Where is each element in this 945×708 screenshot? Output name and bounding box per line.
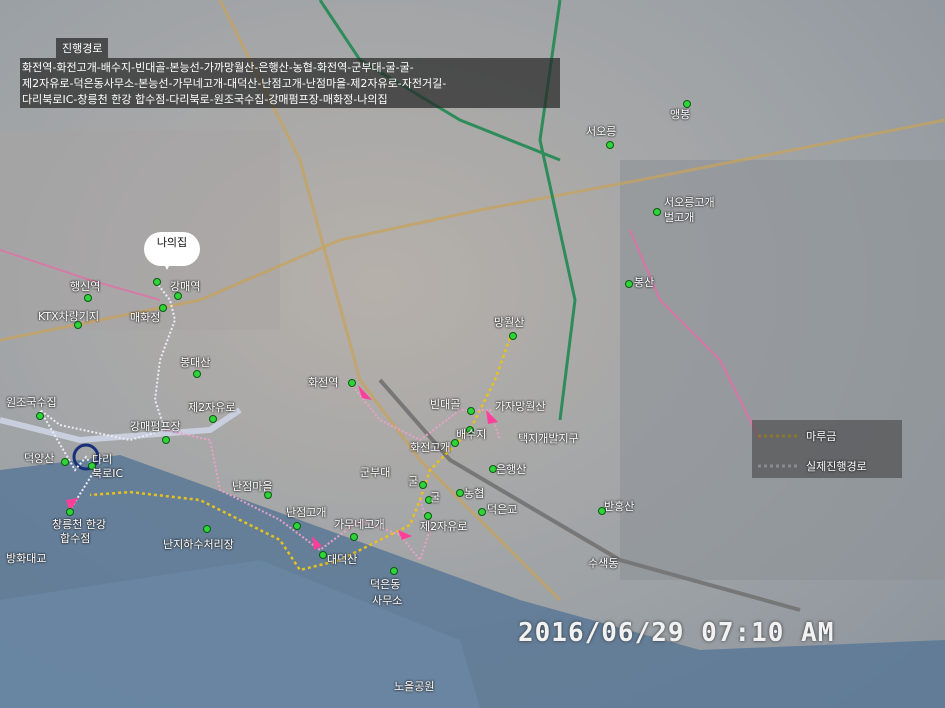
poi-marker: [348, 379, 356, 387]
label-maehwajeong: 매화정: [130, 311, 161, 324]
label-noeul-park: 노을공원: [394, 680, 435, 693]
poi-marker: [174, 292, 182, 300]
label-gangmae-pump: 강매펌프장: [130, 420, 181, 433]
label-gangmae-station: 강매역: [170, 280, 201, 293]
label-bongdaesan: 봉대산: [180, 356, 211, 369]
route-title: 진행경로: [56, 38, 109, 58]
label-hapsujeom: 합수점: [60, 532, 91, 545]
poi-marker: [478, 508, 486, 516]
label-nonghyup: 농협: [464, 487, 485, 500]
label-changneungcheon: 창릉천 한강: [52, 518, 107, 531]
label-baesuji: 배수지: [456, 428, 487, 441]
label-development-zone: 택지개발지구: [518, 432, 579, 445]
poi-marker: [36, 412, 44, 420]
poi-marker: [84, 294, 92, 302]
label-banhongsan: 반홍산: [604, 500, 635, 513]
label-wonjo-guksu: 원조국수집: [6, 396, 57, 409]
legend-trail-label: 마루금: [806, 430, 837, 443]
label-military-base: 군부대: [360, 466, 391, 479]
label-gaja-mangwolsan: 가자망월산: [495, 400, 546, 413]
poi-marker: [467, 407, 475, 415]
home-callout: 나의집: [144, 232, 200, 270]
label-gamune-pass: 가무네고개: [334, 518, 385, 531]
poi-marker: [61, 458, 69, 466]
poi-marker: [350, 533, 358, 541]
poi-marker: [293, 522, 301, 530]
poi-marker: [509, 332, 517, 340]
label-mangwolsan: 망월산: [494, 316, 525, 329]
poi-marker: [153, 278, 161, 286]
label-eunhaengsan: 은행산: [496, 463, 527, 476]
label-susaek-dong: 수색동: [588, 557, 619, 570]
map-canvas[interactable]: 진행경로 화전역-화전고개-배수지-빈대골-본능선-가까망월산-은행산-농협-화…: [0, 0, 945, 708]
photo-timestamp: 2016/06/29 07:10 AM: [518, 618, 835, 648]
label-deokeun-office: 사무소: [372, 594, 403, 607]
poi-marker: [625, 280, 633, 288]
label-jaeyuro-west: 제2자유로: [188, 401, 236, 414]
label-deokyangsan: 덕양산: [24, 452, 55, 465]
label-bongsan: 봉산: [634, 276, 655, 289]
poi-marker: [319, 551, 327, 559]
label-beol-pass: 벌고개: [664, 211, 695, 224]
route-line-3: 다리북로IC-창릉천 한강 합수점-다리북로-원조국수집-강매펌프장-매화정-나…: [22, 93, 388, 106]
route-line-2: 제2자유로-덕은동사무소-본능선-가무네고개-대덕산-난점고개-난점마을-제2자…: [22, 77, 447, 90]
poi-marker: [456, 489, 464, 497]
label-seooreung-pass: 서오릉고개: [664, 196, 715, 209]
label-nanjeom-village: 난점마을: [232, 480, 273, 493]
legend-actual-route-label: 실제진행경로: [806, 460, 867, 473]
label-bindaegol: 빈대골: [430, 398, 461, 411]
poi-marker: [424, 512, 432, 520]
home-callout-label: 나의집: [156, 236, 188, 249]
route-line-1: 화전역-화전고개-배수지-빈대골-본능선-가까망월산-은행산-농협-화전역-군부…: [22, 61, 414, 74]
label-tunnel-1: 굴: [408, 475, 419, 488]
label-deokeun-bridge: 덕은교: [487, 503, 518, 516]
poi-marker: [193, 370, 201, 378]
label-ktx-depot: KTX차량기지: [38, 310, 100, 323]
label-aengbong: 앵봉: [670, 108, 691, 121]
poi-marker: [162, 436, 170, 444]
label-haengsin-station: 행신역: [70, 280, 101, 293]
poi-marker: [390, 567, 398, 575]
label-daedeoksan: 대덕산: [327, 553, 358, 566]
poi-marker: [683, 100, 691, 108]
label-dari: 다리: [92, 453, 113, 466]
poi-marker: [203, 525, 211, 533]
label-seooreung: 서오릉: [586, 125, 617, 138]
poi-marker: [606, 141, 614, 149]
label-banghwa-bridge: 방화대교: [6, 552, 47, 565]
label-hwajeon-station: 화전역: [308, 376, 339, 389]
label-deokeun-dong: 덕은동: [370, 578, 401, 591]
label-bukro-ic: 북로IC: [92, 467, 124, 480]
label-nanji-plant: 난지하수처리장: [163, 538, 234, 551]
label-tunnel-2: 굴: [430, 491, 441, 504]
label-nanjeom-pass: 난점고개: [286, 506, 327, 519]
poi-marker: [66, 508, 74, 516]
poi-marker: [209, 415, 217, 423]
poi-marker: [653, 208, 661, 216]
poi-marker: [419, 481, 427, 489]
label-jaeyuro-east: 제2자유로: [420, 520, 468, 533]
label-hwajeon-pass: 화전고개: [410, 441, 451, 454]
